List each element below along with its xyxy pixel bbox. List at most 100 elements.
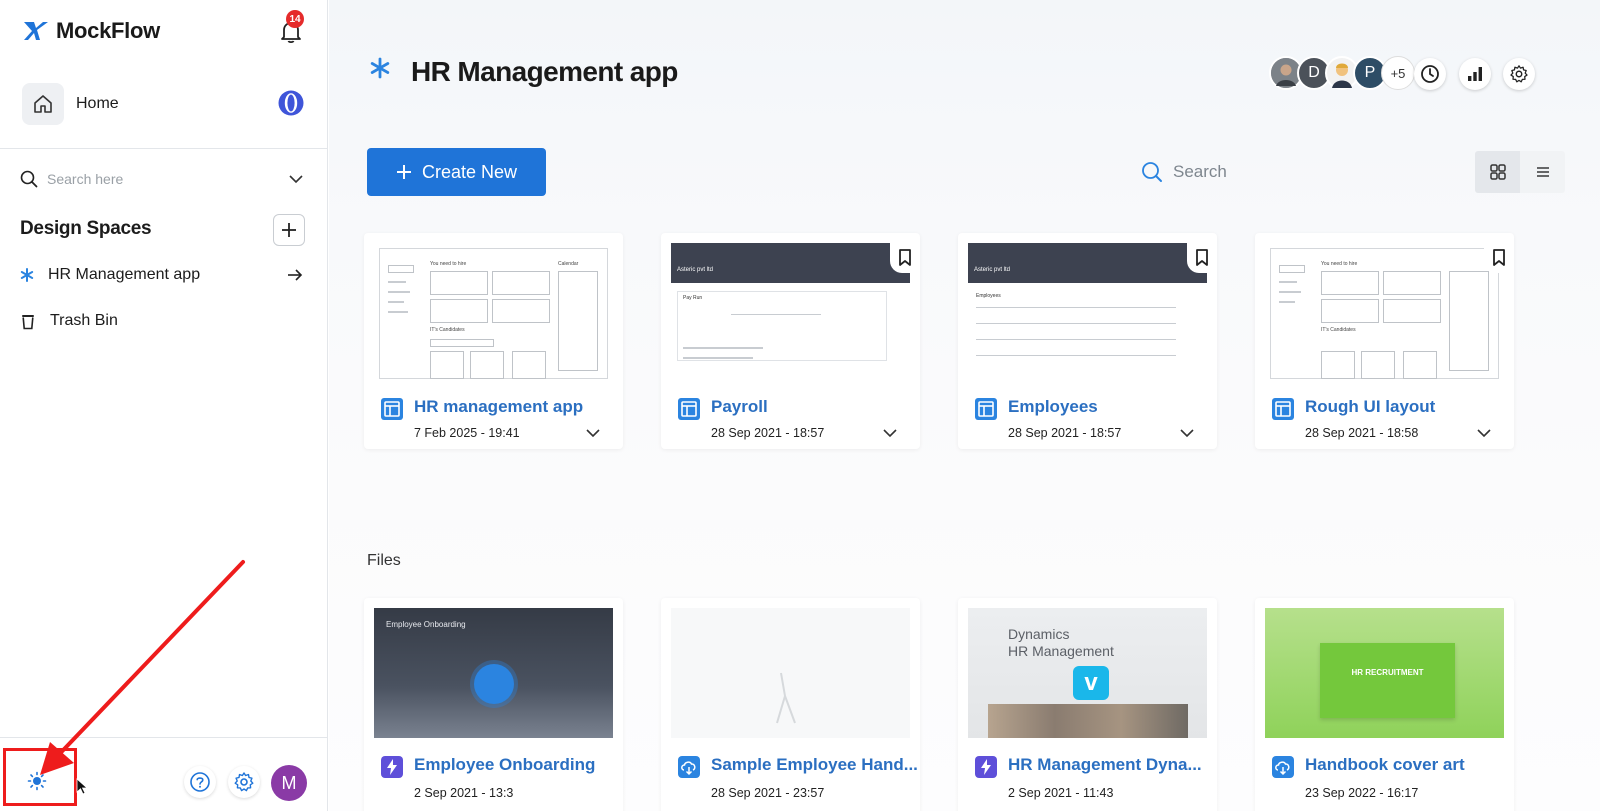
file-date: 23 Sep 2022 - 16:17 [1305,786,1419,800]
wireframe-box [1403,351,1437,379]
main-search[interactable] [1141,158,1341,186]
brand-name: MockFlow [56,18,160,43]
wire-calendar: Calendar [558,261,579,267]
wireframe-box [1383,299,1441,323]
clock-icon [1421,65,1439,83]
wireframe-line [976,323,1176,324]
wireframe-box [558,271,598,371]
chevron-down-icon[interactable] [882,426,898,440]
wireframe-box [1321,271,1379,295]
chevron-down-icon[interactable] [1476,426,1492,440]
asterisk-icon [370,57,390,79]
chevron-down-icon[interactable] [585,426,601,440]
project-card[interactable]: You need to hire IT's Candidates Calenda… [364,233,623,449]
project-card[interactable]: Asteric pvt ltd Employees Employees 28 S… [958,233,1217,449]
project-thumbnail: Asteric pvt ltd Employees [968,243,1207,381]
thumb-card [1320,643,1455,718]
file-title[interactable]: Sample Employee Hand... [711,755,918,775]
wireframe-box [1279,265,1305,273]
opera-icon[interactable] [276,88,306,118]
file-card[interactable]: Dynamics HR Management v HR Management D… [958,598,1217,811]
page-title: HR Management app [411,56,678,87]
file-card[interactable]: HR RECRUITMENT Handbook cover art 23 Sep… [1255,598,1514,811]
chevron-down-icon[interactable] [1179,426,1195,440]
bolt-icon [381,756,403,778]
project-thumbnail: Asteric pvt ltd Pay Run [671,243,910,381]
thumb-text: Dynamics HR Management [1008,626,1114,660]
bookmark-button[interactable] [1187,243,1217,273]
wireframe-file-icon [381,398,403,420]
brand[interactable]: MockFlow [22,18,160,44]
list-icon [1536,167,1549,177]
file-card[interactable]: Employee Onboarding Employee Onboarding … [364,598,623,811]
file-thumbnail: HR RECRUITMENT [1265,608,1504,738]
file-date: 2 Sep 2021 - 13:3 [414,786,514,800]
search-icon [1142,162,1162,182]
file-title[interactable]: Handbook cover art [1305,755,1465,775]
plus-icon [396,165,411,179]
project-title[interactable]: Rough UI layout [1305,397,1435,417]
wireframe-box [388,265,414,273]
file-thumbnail [671,608,910,738]
create-new-label: Create New [421,161,518,182]
wireframe-line [388,281,406,283]
wire-sub: IT's Candidates [1321,327,1356,333]
project-card[interactable]: Asteric pvt ltd Pay Run Payroll 28 Sep 2… [661,233,920,449]
analytics-button[interactable] [1459,58,1491,90]
bookmark-icon [899,249,911,266]
project-date: 28 Sep 2021 - 18:57 [1008,426,1122,440]
sidebar-item-label: Trash Bin [50,312,118,329]
file-thumbnail: Employee Onboarding [374,608,613,738]
project-title[interactable]: Payroll [711,397,768,417]
theme-toggle-button[interactable] [22,766,52,796]
sidebar-search-input[interactable] [47,171,247,187]
chevron-down-icon[interactable] [288,171,304,187]
create-new-button[interactable]: Create New [367,148,546,196]
grid-view-button[interactable] [1475,151,1520,193]
sidebar-item-hr-management[interactable]: HR Management app [20,259,304,291]
cloud-download-icon [678,756,700,778]
file-title[interactable]: Employee Onboarding [414,755,595,775]
settings-button[interactable] [228,766,260,798]
trash-icon [22,314,34,329]
list-view-button[interactable] [1520,151,1565,193]
gear-icon [234,772,254,792]
file-thumbnail: Dynamics HR Management v [968,608,1207,738]
wire-header: You need to hire [1321,261,1358,267]
bookmark-icon [1196,249,1208,266]
sidebar-divider [0,148,328,149]
file-title[interactable]: HR Management Dyna... [1008,755,1202,775]
history-button[interactable] [1414,58,1446,90]
sidebar-item-trash-bin[interactable]: Trash Bin [20,305,304,337]
collaborator-avatars[interactable]: D P +5 [1269,56,1415,90]
wireframe-line [388,301,404,303]
plus-icon [282,223,296,237]
space-settings-button[interactable] [1503,58,1535,90]
search-icon [20,170,38,188]
project-title[interactable]: HR management app [414,397,583,417]
thumb-line-2: HR Management [1008,643,1114,659]
notification-badge: 14 [286,10,304,28]
project-card[interactable]: You need to hire IT's Candidates Rough U… [1255,233,1514,449]
bookmark-button[interactable] [1484,243,1514,273]
bookmark-button[interactable] [890,243,920,273]
add-design-space-button[interactable] [273,214,305,246]
wireframe-box [430,351,464,379]
wireframe-line [976,339,1176,340]
wireframe-box [512,351,546,379]
main-content: HR Management app D P +5 Create New Sear… [329,0,1600,811]
project-title[interactable]: Employees [1008,397,1098,417]
home-link[interactable]: Home [22,82,306,126]
avatar-more-count[interactable]: +5 [1381,56,1415,90]
wireframe-box [430,271,488,295]
file-card[interactable]: Sample Employee Hand... 28 Sep 2021 - 23… [661,598,920,811]
asterisk-icon [20,268,34,282]
wireframe-box [677,291,887,361]
cloud-download-icon [1272,756,1294,778]
project-thumbnail: You need to hire IT's Candidates Calenda… [374,243,613,381]
sidebar-search[interactable] [20,164,304,194]
arrow-right-icon[interactable] [286,266,304,284]
help-button[interactable] [184,766,216,798]
user-avatar[interactable]: M [271,765,307,801]
main-search-input[interactable] [1173,162,1323,182]
